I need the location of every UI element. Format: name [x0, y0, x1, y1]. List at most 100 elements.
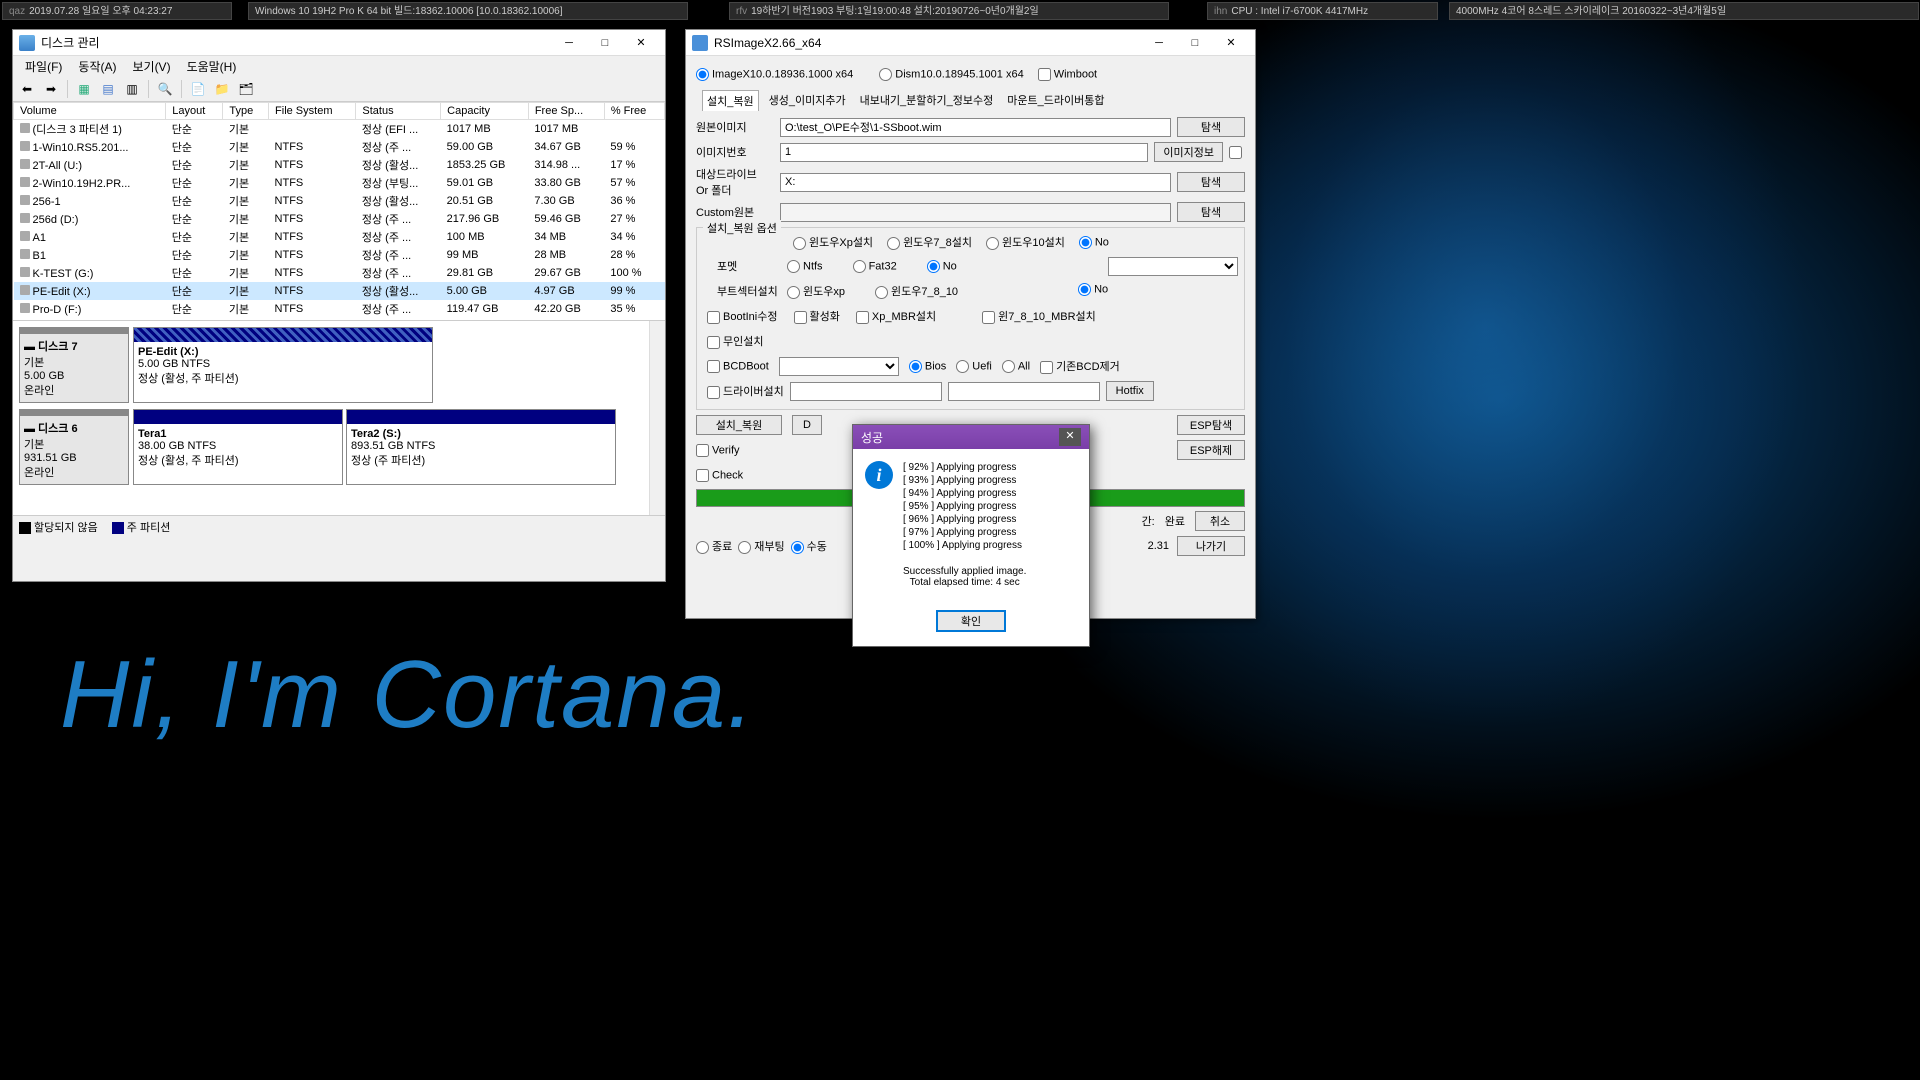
dialog-close-button[interactable]: ✕	[1059, 428, 1081, 446]
column-header[interactable]: File System	[269, 103, 356, 120]
scrollbar[interactable]	[649, 321, 665, 515]
radio-option[interactable]: Uefi	[956, 360, 992, 373]
check-checkbox[interactable]: Check	[696, 469, 743, 482]
exit-button[interactable]: 나가기	[1177, 536, 1245, 556]
image-index-input[interactable]	[780, 143, 1148, 162]
volume-row[interactable]: 2-Win10.19H2.PR...단순기본NTFS정상 (부팅...59.01…	[14, 174, 665, 192]
driver-path-1[interactable]	[790, 382, 942, 401]
esp-release-button[interactable]: ESP해제	[1177, 440, 1245, 460]
radio-option[interactable]: 수동	[791, 538, 827, 554]
bcdboot-checkbox[interactable]: BCDBoot	[707, 360, 769, 373]
unattend-checkbox[interactable]: 무인설치	[707, 333, 763, 349]
tab[interactable]: 설치_복원	[702, 90, 759, 111]
partition[interactable]: Tera2 (S:)893.51 GB NTFS정상 (주 파티션)	[346, 409, 616, 485]
column-header[interactable]: Layout	[166, 103, 223, 120]
volume-table[interactable]: VolumeLayoutTypeFile SystemStatusCapacit…	[13, 102, 665, 320]
dialog-ok-button[interactable]: 확인	[936, 610, 1006, 632]
menu-item[interactable]: 보기(V)	[124, 56, 178, 76]
xpmbr-checkbox[interactable]: Xp_MBR설치	[856, 308, 936, 324]
radio-option[interactable]: 윈도우10설치	[986, 234, 1065, 250]
radio-option[interactable]: 윈도우xp	[787, 283, 845, 299]
volume-row[interactable]: 256d (D:)단순기본NTFS정상 (주 ...217.96 GB59.46…	[14, 210, 665, 228]
column-header[interactable]: Type	[223, 103, 269, 120]
tab[interactable]: 마운트_드라이버통합	[1003, 90, 1108, 111]
volume-row[interactable]: Pro-D (F:)단순기본NTFS정상 (주 ...119.47 GB42.2…	[14, 300, 665, 318]
source-browse-button[interactable]: 탐색	[1177, 117, 1245, 137]
source-image-input[interactable]	[780, 118, 1171, 137]
column-header[interactable]: Volume	[14, 103, 166, 120]
toolbar-icon[interactable]: 📁	[212, 79, 232, 99]
disk-layout-panel[interactable]: ▬ 디스크 7기본5.00 GB온라인PE-Edit (X:)5.00 GB N…	[13, 320, 665, 515]
maximize-button[interactable]: □	[1177, 31, 1213, 55]
radio-option[interactable]: All	[1002, 360, 1030, 373]
action-button[interactable]: D	[792, 415, 822, 435]
tab[interactable]: 내보내기_분할하기_정보수정	[856, 90, 998, 111]
volume-row[interactable]: K-TEST (G:)단순기본NTFS정상 (주 ...29.81 GB29.6…	[14, 264, 665, 282]
radio-option[interactable]: 윈도우Xp설치	[793, 234, 873, 250]
close-button[interactable]: ✕	[623, 31, 659, 55]
column-header[interactable]: Capacity	[441, 103, 529, 120]
disk-info[interactable]: ▬ 디스크 6기본931.51 GB온라인	[19, 409, 129, 485]
volume-row[interactable]: 256-1단순기본NTFS정상 (활성...20.51 GB7.30 GB36 …	[14, 192, 665, 210]
radio-option[interactable]: No	[927, 260, 957, 273]
tab[interactable]: 생성_이미지추가	[765, 90, 850, 111]
custom-browse-button[interactable]: 탐색	[1177, 202, 1245, 222]
column-header[interactable]: Free Sp...	[528, 103, 604, 120]
disk-info[interactable]: ▬ 디스크 7기본5.00 GB온라인	[19, 327, 129, 403]
menu-item[interactable]: 파일(F)	[17, 56, 70, 76]
radio-option[interactable]: Bios	[909, 360, 946, 373]
dism-radio[interactable]: Dism10.0.18945.1001 x64	[879, 68, 1023, 81]
forward-button[interactable]: ➡	[41, 79, 61, 99]
driver-checkbox[interactable]: 드라이버설치	[707, 383, 784, 399]
rsimagex-titlebar[interactable]: RSImageX2.66_x64 ─ □ ✕	[686, 30, 1255, 56]
column-header[interactable]: % Free	[604, 103, 664, 120]
wimboot-checkbox[interactable]: Wimboot	[1038, 68, 1097, 81]
radio-option[interactable]: 윈도우7_8_10	[875, 283, 958, 299]
toolbar-icon[interactable]: 📄	[188, 79, 208, 99]
target-browse-button[interactable]: 탐색	[1177, 172, 1245, 192]
maximize-button[interactable]: □	[587, 31, 623, 55]
radio-option[interactable]: 재부팅	[738, 538, 784, 554]
partition[interactable]: PE-Edit (X:)5.00 GB NTFS정상 (활성, 주 파티션)	[133, 327, 433, 403]
minimize-button[interactable]: ─	[1141, 31, 1177, 55]
volume-row[interactable]: 2T-All (U:)단순기본NTFS정상 (활성...1853.25 GB31…	[14, 156, 665, 174]
imagex-radio[interactable]: ImageX10.0.18936.1000 x64	[696, 68, 853, 81]
format-select[interactable]	[1108, 257, 1238, 276]
driver-path-2[interactable]	[948, 382, 1100, 401]
image-info-checkbox[interactable]	[1229, 146, 1242, 159]
install-restore-button[interactable]: 설치_복원	[696, 415, 782, 435]
hotfix-button[interactable]: Hotfix	[1106, 381, 1154, 401]
toolbar-icon[interactable]: 🔍	[155, 79, 175, 99]
radio-option[interactable]: 종료	[696, 538, 732, 554]
volume-row[interactable]: B1단순기본NTFS정상 (주 ...99 MB28 MB28 %	[14, 246, 665, 264]
toolbar-icon[interactable]: 🗂	[236, 79, 256, 99]
diskmgmt-titlebar[interactable]: 디스크 관리 ─ □ ✕	[13, 30, 665, 56]
custom-source-input[interactable]	[780, 203, 1171, 222]
volume-row[interactable]: PE-Edit (X:)단순기본NTFS정상 (활성...5.00 GB4.97…	[14, 282, 665, 300]
column-header[interactable]: Status	[356, 103, 441, 120]
toolbar-icon[interactable]: ▤	[98, 79, 118, 99]
target-drive-input[interactable]	[780, 173, 1171, 192]
radio-option[interactable]: Ntfs	[787, 260, 823, 273]
dialog-titlebar[interactable]: 성공 ✕	[853, 425, 1089, 449]
back-button[interactable]: ⬅	[17, 79, 37, 99]
bcdboot-select[interactable]	[779, 357, 899, 376]
verify-checkbox[interactable]: Verify	[696, 444, 740, 457]
minimize-button[interactable]: ─	[551, 31, 587, 55]
win78mbr-checkbox[interactable]: 윈7_8_10_MBR설치	[982, 308, 1096, 324]
radio-option[interactable]: Fat32	[853, 260, 897, 273]
toolbar-icon[interactable]: ▥	[122, 79, 142, 99]
esp-search-button[interactable]: ESP탐색	[1177, 415, 1245, 435]
close-button[interactable]: ✕	[1213, 31, 1249, 55]
bootini-checkbox[interactable]: BootIni수정	[707, 308, 778, 324]
cancel-button[interactable]: 취소	[1195, 511, 1245, 531]
volume-row[interactable]: A1단순기본NTFS정상 (주 ...100 MB34 MB34 %	[14, 228, 665, 246]
image-info-button[interactable]: 이미지정보	[1154, 142, 1223, 162]
activate-checkbox[interactable]: 활성화	[794, 308, 840, 324]
bcdremove-checkbox[interactable]: 기존BCD제거	[1040, 358, 1120, 374]
menu-item[interactable]: 도움말(H)	[179, 56, 245, 76]
menu-item[interactable]: 동작(A)	[70, 56, 124, 76]
volume-row[interactable]: 1-Win10.RS5.201...단순기본NTFS정상 (주 ...59.00…	[14, 138, 665, 156]
volume-row[interactable]: (디스크 3 파티션 1)단순기본정상 (EFI ...1017 MB1017 …	[14, 120, 665, 139]
radio-option[interactable]: 윈도우7_8설치	[887, 234, 972, 250]
